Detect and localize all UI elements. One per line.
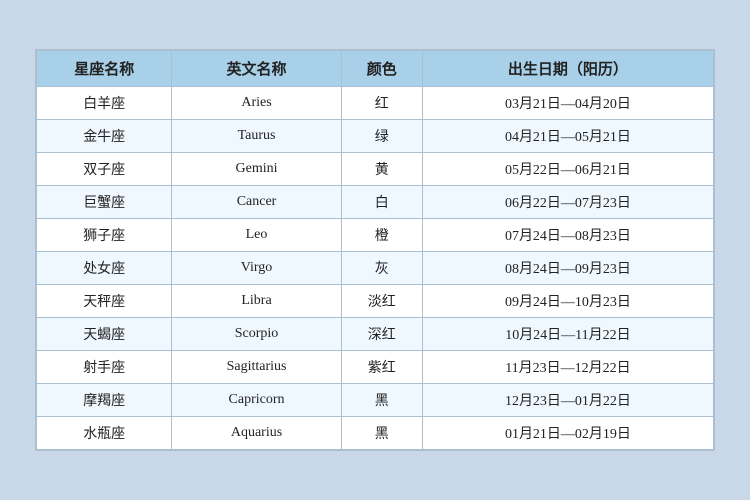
cell-cn: 射手座 xyxy=(37,351,172,384)
table-row: 水瓶座Aquarius黑01月21日—02月19日 xyxy=(37,417,714,450)
header-en: 英文名称 xyxy=(172,51,341,87)
cell-en: Gemini xyxy=(172,153,341,186)
cell-color: 黄 xyxy=(341,153,422,186)
cell-date: 03月21日—04月20日 xyxy=(422,87,713,120)
cell-cn: 金牛座 xyxy=(37,120,172,153)
table-row: 射手座Sagittarius紫红11月23日—12月22日 xyxy=(37,351,714,384)
zodiac-table-container: 星座名称 英文名称 颜色 出生日期（阳历） 白羊座Aries红03月21日—04… xyxy=(35,49,715,451)
cell-cn: 天秤座 xyxy=(37,285,172,318)
cell-en: Aries xyxy=(172,87,341,120)
zodiac-table: 星座名称 英文名称 颜色 出生日期（阳历） 白羊座Aries红03月21日—04… xyxy=(36,50,714,450)
cell-color: 黑 xyxy=(341,417,422,450)
cell-cn: 处女座 xyxy=(37,252,172,285)
cell-en: Libra xyxy=(172,285,341,318)
cell-color: 紫红 xyxy=(341,351,422,384)
cell-cn: 天蝎座 xyxy=(37,318,172,351)
table-row: 金牛座Taurus绿04月21日—05月21日 xyxy=(37,120,714,153)
cell-cn: 白羊座 xyxy=(37,87,172,120)
cell-cn: 巨蟹座 xyxy=(37,186,172,219)
cell-date: 01月21日—02月19日 xyxy=(422,417,713,450)
cell-en: Cancer xyxy=(172,186,341,219)
cell-date: 07月24日—08月23日 xyxy=(422,219,713,252)
cell-color: 橙 xyxy=(341,219,422,252)
cell-color: 白 xyxy=(341,186,422,219)
table-row: 天蝎座Scorpio深红10月24日—11月22日 xyxy=(37,318,714,351)
cell-color: 深红 xyxy=(341,318,422,351)
cell-en: Sagittarius xyxy=(172,351,341,384)
cell-date: 05月22日—06月21日 xyxy=(422,153,713,186)
header-cn: 星座名称 xyxy=(37,51,172,87)
table-row: 摩羯座Capricorn黑12月23日—01月22日 xyxy=(37,384,714,417)
cell-color: 绿 xyxy=(341,120,422,153)
cell-en: Scorpio xyxy=(172,318,341,351)
cell-en: Leo xyxy=(172,219,341,252)
table-header-row: 星座名称 英文名称 颜色 出生日期（阳历） xyxy=(37,51,714,87)
table-row: 处女座Virgo灰08月24日—09月23日 xyxy=(37,252,714,285)
cell-en: Aquarius xyxy=(172,417,341,450)
table-row: 天秤座Libra淡红09月24日—10月23日 xyxy=(37,285,714,318)
cell-date: 10月24日—11月22日 xyxy=(422,318,713,351)
cell-cn: 水瓶座 xyxy=(37,417,172,450)
cell-color: 黑 xyxy=(341,384,422,417)
cell-color: 淡红 xyxy=(341,285,422,318)
cell-en: Capricorn xyxy=(172,384,341,417)
cell-date: 06月22日—07月23日 xyxy=(422,186,713,219)
cell-cn: 狮子座 xyxy=(37,219,172,252)
header-color: 颜色 xyxy=(341,51,422,87)
cell-color: 灰 xyxy=(341,252,422,285)
cell-date: 08月24日—09月23日 xyxy=(422,252,713,285)
table-row: 狮子座Leo橙07月24日—08月23日 xyxy=(37,219,714,252)
cell-date: 04月21日—05月21日 xyxy=(422,120,713,153)
cell-color: 红 xyxy=(341,87,422,120)
cell-date: 12月23日—01月22日 xyxy=(422,384,713,417)
header-date: 出生日期（阳历） xyxy=(422,51,713,87)
cell-en: Virgo xyxy=(172,252,341,285)
cell-en: Taurus xyxy=(172,120,341,153)
cell-cn: 摩羯座 xyxy=(37,384,172,417)
cell-cn: 双子座 xyxy=(37,153,172,186)
table-row: 巨蟹座Cancer白06月22日—07月23日 xyxy=(37,186,714,219)
cell-date: 11月23日—12月22日 xyxy=(422,351,713,384)
table-row: 双子座Gemini黄05月22日—06月21日 xyxy=(37,153,714,186)
table-row: 白羊座Aries红03月21日—04月20日 xyxy=(37,87,714,120)
cell-date: 09月24日—10月23日 xyxy=(422,285,713,318)
